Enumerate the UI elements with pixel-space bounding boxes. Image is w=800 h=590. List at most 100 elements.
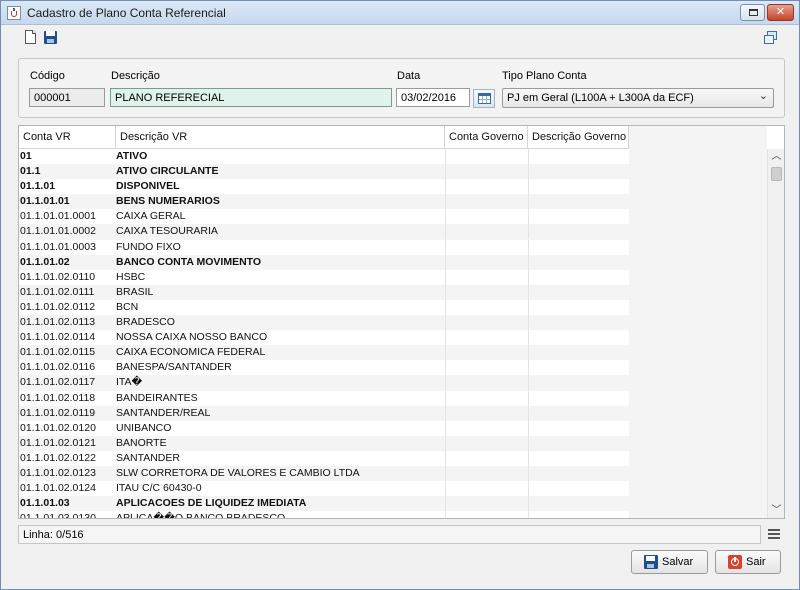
cell-descricao-governo	[528, 511, 629, 518]
save-icon[interactable]	[43, 30, 59, 46]
cell-conta-vr: 01.1.01.02	[20, 255, 70, 268]
table-row[interactable]: 01.1.01.02.0123 SLW CORRETORA DE VALORES …	[19, 465, 629, 482]
table-row[interactable]: 01.1.01.02.0114 NOSSA CAIXA NOSSO BANCO	[19, 330, 629, 346]
cell-descricao-vr: SANTANDER	[116, 451, 180, 464]
cell-conta-governo	[445, 209, 527, 225]
descricao-field[interactable]: PLANO REFERECIAL	[110, 88, 392, 107]
table-row[interactable]: 01.1.01.01 BENS NUMERARIOS	[19, 194, 629, 210]
table-row[interactable]: 01 ATIVO	[19, 149, 629, 164]
cell-descricao-vr: UNIBANCO	[116, 421, 172, 434]
title-bar[interactable]: Cadastro de Plano Conta Referencial ✕	[1, 1, 799, 25]
cell-conta-governo	[445, 390, 527, 406]
cell-conta-vr: 01.1	[20, 165, 41, 178]
save-button-label: Salvar	[662, 556, 694, 568]
cell-conta-vr: 01.1.01.02.0117	[20, 376, 96, 389]
table-row[interactable]: 01.1.01.01.0003 FUNDO FIXO	[19, 239, 629, 255]
cell-conta-vr: 01.1.01.03.0130	[20, 512, 96, 519]
cell-descricao-governo	[528, 435, 629, 451]
cell-conta-vr: 01.1.01.02.0114	[20, 331, 96, 344]
table-row[interactable]: 01.1.01 DISPONIVEL	[19, 179, 629, 195]
tipo-plano-select[interactable]: PJ em Geral (L100A + L300A da ECF) ⌄	[502, 88, 774, 108]
cell-conta-governo	[445, 179, 527, 195]
exit-button[interactable]: Sair	[715, 550, 781, 574]
cell-descricao-governo	[528, 450, 629, 466]
cell-conta-vr: 01.1.01.02.0113	[20, 316, 96, 329]
cell-conta-governo	[445, 496, 527, 512]
cell-descricao-governo	[528, 224, 629, 240]
cell-descricao-vr: ATIVO CIRCULANTE	[116, 165, 219, 178]
calendar-button[interactable]	[473, 89, 495, 108]
tipo-plano-label: Tipo Plano Conta	[502, 70, 587, 82]
column-header-conta-governo[interactable]: Conta Governo	[445, 126, 528, 149]
table-row[interactable]: 01.1.01.02.0122 SANTANDER	[19, 450, 629, 466]
cell-descricao-governo	[528, 194, 629, 210]
vertical-scrollbar[interactable]: ︿ ﹀	[767, 149, 784, 518]
cell-descricao-governo	[528, 299, 629, 315]
table-row[interactable]: 01.1.01.02 BANCO CONTA MOVIMENTO	[19, 254, 629, 270]
menu-icon[interactable]	[768, 529, 780, 539]
form-panel: Código 000001 Descrição PLANO REFERECIAL…	[18, 58, 785, 118]
save-icon	[644, 555, 658, 569]
table-header: Conta VR Descrição VR Conta Governo Desc…	[19, 126, 629, 149]
cell-descricao-vr: ITA�	[116, 376, 143, 389]
table-row[interactable]: 01.1.01.02.0115 CAIXA ECONOMICA FEDERAL	[19, 345, 629, 361]
windows-icon[interactable]	[763, 30, 779, 46]
cell-conta-governo	[445, 224, 527, 240]
cell-conta-governo	[445, 315, 527, 331]
chevron-down-icon: ⌄	[758, 90, 768, 102]
cell-descricao-vr: BANCO CONTA MOVIMENTO	[116, 255, 262, 268]
table-row[interactable]: 01.1.01.02.0116 BANESPA/SANTANDER	[19, 360, 629, 376]
cell-descricao-vr: BCN	[116, 300, 139, 313]
row-counter: Linha: 0/516	[23, 529, 84, 541]
cell-conta-governo	[445, 164, 527, 180]
table-row[interactable]: 01.1.01.02.0110 HSBC	[19, 269, 629, 285]
table-row[interactable]: 01.1 ATIVO CIRCULANTE	[19, 164, 629, 180]
scroll-up-icon[interactable]: ︿	[768, 149, 784, 165]
cell-descricao-vr: ATIVO	[116, 150, 148, 162]
table-row[interactable]: 01.1.01.02.0124 ITAU C/C 60430-0	[19, 481, 629, 497]
cell-conta-governo	[445, 420, 527, 436]
save-button[interactable]: Salvar	[631, 550, 708, 574]
table-row[interactable]: 01.1.01.02.0112 BCN	[19, 299, 629, 315]
table-row[interactable]: 01.1.01.01.0001 CAIXA GERAL	[19, 209, 629, 225]
cell-descricao-vr: NOSSA CAIXA NOSSO BANCO	[116, 331, 268, 344]
cell-conta-vr: 01.1.01.02.0116	[20, 361, 96, 374]
cell-conta-vr: 01.1.01.01.0001	[20, 210, 96, 223]
table-row[interactable]: 01.1.01.02.0121 BANORTE	[19, 435, 629, 451]
cell-descricao-vr: ITAU C/C 60430-0	[116, 482, 202, 495]
cell-descricao-vr: DISPONIVEL	[116, 180, 180, 193]
scroll-thumb[interactable]	[771, 167, 782, 181]
codigo-field[interactable]: 000001	[29, 88, 105, 107]
calendar-icon	[478, 93, 491, 104]
close-button[interactable]: ✕	[767, 4, 794, 21]
table-row[interactable]: 01.1.01.02.0117 ITA�	[19, 375, 629, 391]
table-row[interactable]: 01.1.01.02.0111 BRASIL	[19, 284, 629, 300]
cell-descricao-vr: CAIXA GERAL	[116, 210, 186, 223]
cell-descricao-vr: BANDEIRANTES	[116, 391, 198, 404]
table-row[interactable]: 01.1.01.02.0119 SANTANDER/REAL	[19, 405, 629, 421]
table-row[interactable]: 01.1.01.02.0118 BANDEIRANTES	[19, 390, 629, 406]
table-row[interactable]: 01.1.01.01.0002 CAIXA TESOURARIA	[19, 224, 629, 240]
table-row[interactable]: 01.1.01.03 APLICACOES DE LIQUIDEZ IMEDIAT…	[19, 496, 629, 512]
cell-conta-governo	[445, 269, 527, 285]
column-header-descricao-governo[interactable]: Descrição Governo	[528, 126, 629, 149]
column-header-conta-vr[interactable]: Conta VR	[19, 126, 116, 149]
status-bar: Linha: 0/516	[18, 525, 761, 544]
table-row[interactable]: 01.1.01.02.0120 UNIBANCO	[19, 420, 629, 436]
scroll-down-icon[interactable]: ﹀	[768, 503, 784, 518]
maximize-button[interactable]	[740, 4, 765, 21]
descricao-label: Descrição	[111, 70, 160, 82]
column-header-descricao-vr[interactable]: Descrição VR	[116, 126, 445, 149]
cell-conta-governo	[445, 465, 527, 481]
data-field[interactable]: 03/02/2016	[396, 88, 470, 107]
cell-conta-vr: 01	[20, 150, 32, 162]
cell-conta-governo	[445, 450, 527, 466]
cell-conta-vr: 01.1.01.01.0002	[20, 225, 96, 238]
cell-descricao-governo	[528, 481, 629, 497]
cell-conta-governo	[445, 435, 527, 451]
table-row[interactable]: 01.1.01.03.0130 APLICA��O BANCO BRADESCO	[19, 511, 629, 519]
accounts-table: Conta VR Descrição VR Conta Governo Desc…	[18, 125, 785, 519]
exit-icon	[728, 555, 742, 569]
new-document-icon[interactable]	[23, 30, 39, 46]
table-row[interactable]: 01.1.01.02.0113 BRADESCO	[19, 315, 629, 331]
